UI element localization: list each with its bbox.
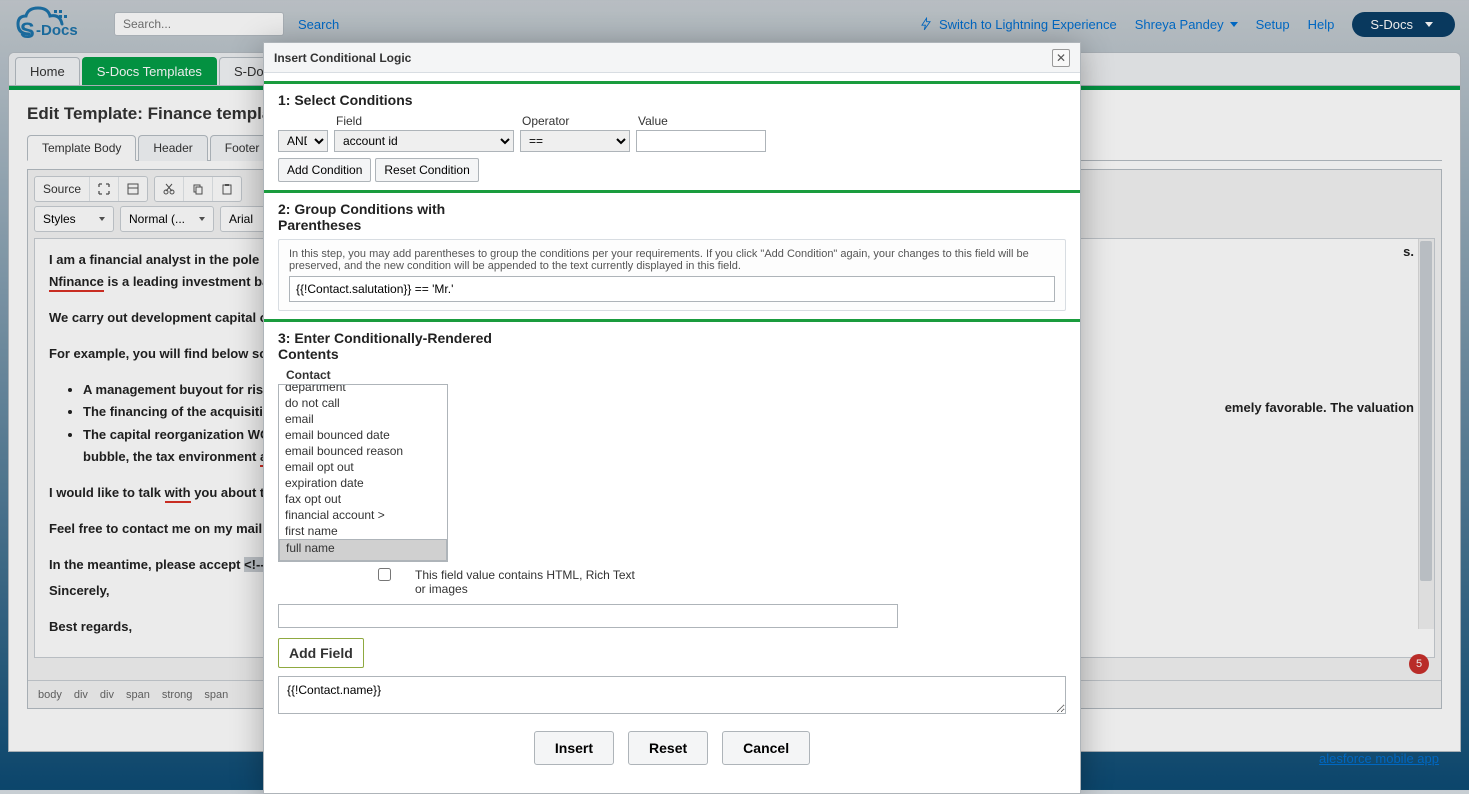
insert-button[interactable]: Insert <box>534 731 614 765</box>
chevron-down-icon <box>1425 22 1433 27</box>
dialog-close-button[interactable]: ✕ <box>1052 49 1070 67</box>
dialog-title: Insert Conditional Logic <box>274 51 411 65</box>
help-link[interactable]: Help <box>1308 17 1335 32</box>
add-condition-button[interactable]: Add Condition <box>278 158 371 182</box>
scrollbar[interactable] <box>1418 239 1434 629</box>
field-option[interactable]: first name <box>279 523 447 539</box>
tab-sdocs-templates[interactable]: S-Docs Templates <box>82 57 217 85</box>
blocks-icon <box>127 183 139 195</box>
salesforce-mobile-link[interactable]: alesforce mobile app <box>1319 751 1439 766</box>
show-blocks-button[interactable] <box>119 177 147 201</box>
styles-select[interactable]: Styles <box>34 206 114 232</box>
maximize-button[interactable] <box>90 177 119 201</box>
subtab-template-body[interactable]: Template Body <box>27 135 136 161</box>
html-content-label: This field value contains HTML, Rich Tex… <box>415 568 635 596</box>
field-option[interactable]: email opt out <box>279 459 447 475</box>
field-option[interactable]: financial account > <box>279 507 447 523</box>
sdocs-logo: S -Docs <box>14 4 94 44</box>
html-content-checkbox[interactable] <box>378 568 391 581</box>
insert-conditional-logic-dialog: Insert Conditional Logic ✕ 1: Select Con… <box>263 42 1081 794</box>
user-menu[interactable]: Shreya Pandey <box>1135 17 1238 32</box>
switch-to-lightning-link[interactable]: Switch to Lightning Experience <box>919 17 1117 32</box>
cancel-button[interactable]: Cancel <box>722 731 810 765</box>
field-option[interactable]: email bounced date <box>279 427 447 443</box>
andor-select[interactable]: AND <box>278 130 328 152</box>
field-label: Field <box>334 114 514 128</box>
reset-condition-button[interactable]: Reset Condition <box>375 158 478 182</box>
field-option[interactable]: department <box>279 384 447 395</box>
copy-icon <box>192 183 204 195</box>
app-menu[interactable]: S-Docs <box>1352 12 1455 37</box>
field-option[interactable]: do not call <box>279 395 447 411</box>
merge-field-input[interactable] <box>278 604 898 628</box>
operator-select[interactable]: == <box>520 130 630 152</box>
field-option[interactable]: full name <box>279 539 447 561</box>
maximize-icon <box>98 183 110 195</box>
conditional-content-textarea[interactable] <box>278 676 1066 714</box>
notification-badge: 5 <box>1409 654 1429 674</box>
section-2-title: 2: Group Conditions with Parentheses <box>278 201 508 233</box>
format-select[interactable]: Normal (... <box>120 206 214 232</box>
lightning-icon <box>919 17 933 31</box>
paste-button[interactable] <box>213 177 241 201</box>
section-2-help: In this step, you may add parentheses to… <box>278 239 1066 311</box>
source-button[interactable]: Source <box>35 177 90 201</box>
field-option[interactable]: email <box>279 411 447 427</box>
object-label: Contact <box>286 368 1066 382</box>
setup-link[interactable]: Setup <box>1256 17 1290 32</box>
section-1-title: 1: Select Conditions <box>278 92 1066 108</box>
cut-icon <box>163 183 175 195</box>
value-label: Value <box>636 114 766 128</box>
add-field-button[interactable]: Add Field <box>278 638 364 668</box>
group-conditions-input[interactable] <box>289 276 1055 302</box>
operator-label: Operator <box>520 114 630 128</box>
field-select[interactable]: account id <box>334 130 514 152</box>
text-fragment: s. <box>1403 241 1414 263</box>
subtab-header[interactable]: Header <box>138 135 207 161</box>
cut-button[interactable] <box>155 177 184 201</box>
field-option[interactable]: email bounced reason <box>279 443 447 459</box>
field-option[interactable]: expiration date <box>279 475 447 491</box>
chevron-down-icon <box>199 217 205 221</box>
global-search-input[interactable] <box>114 12 284 36</box>
chevron-down-icon <box>1230 22 1238 27</box>
field-listbox[interactable]: deleteddepartmentdo not callemailemail b… <box>278 384 448 562</box>
chevron-down-icon <box>99 217 105 221</box>
section-3-title: 3: Enter Conditionally-Rendered Contents <box>278 330 508 362</box>
copy-button[interactable] <box>184 177 213 201</box>
tab-home[interactable]: Home <box>15 57 80 85</box>
field-option[interactable]: fax opt out <box>279 491 447 507</box>
reset-button[interactable]: Reset <box>628 731 708 765</box>
value-input[interactable] <box>636 130 766 152</box>
text-fragment: emely favorable. The valuation <box>1225 397 1414 419</box>
search-button[interactable]: Search <box>298 17 339 32</box>
paste-icon <box>221 183 233 195</box>
